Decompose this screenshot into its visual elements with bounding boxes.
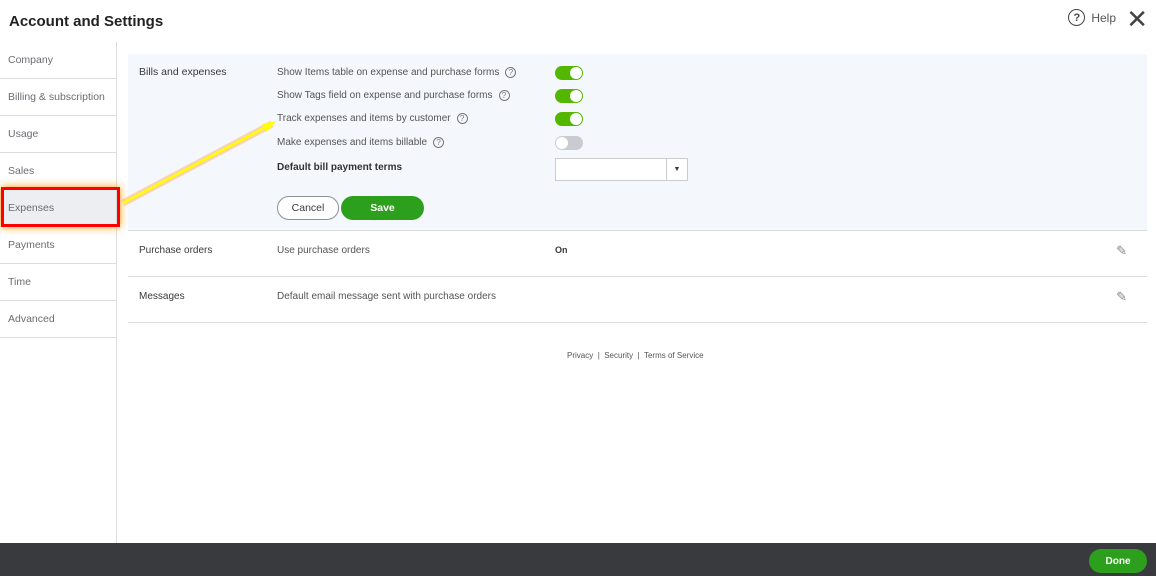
toggle-billable[interactable] [555,136,583,150]
sidebar-item-billing[interactable]: Billing & subscription [0,79,116,116]
sidebar-item-sales[interactable]: Sales [0,153,116,190]
sidebar-item-time[interactable]: Time [0,264,116,301]
toggle-track-by-customer[interactable] [555,112,583,126]
terms-link[interactable]: Terms of Service [644,351,704,360]
toggle-items-table[interactable] [555,66,583,80]
option-label: Show Tags field on expense and purchase … [277,90,493,101]
bottom-bar: Done [0,543,1156,576]
terms-label: Default bill payment terms [277,162,403,173]
separator: | [637,351,640,360]
pencil-icon[interactable]: ✎ [1116,243,1127,259]
purchase-orders-row: Purchase orders Use purchase orders On ✎ [128,231,1147,277]
option-row: Show Items table on expense and purchase… [277,67,517,78]
sidebar-item-payments[interactable]: Payments [0,227,116,264]
section-title: Purchase orders [139,245,213,256]
help-icon[interactable]: ? [456,113,468,124]
help-icon[interactable]: ? [498,90,510,101]
sidebar-item-advanced[interactable]: Advanced [0,301,116,338]
option-row: Track expenses and items by customer? [277,113,468,124]
bills-expenses-panel: Bills and expenses Show Items table on e… [128,54,1147,231]
highlight-box [1,187,120,227]
help-label: Help [1091,10,1116,25]
section-title: Messages [139,291,185,302]
messages-row: Messages Default email message sent with… [128,277,1147,323]
toggle-tags-field[interactable] [555,89,583,103]
help-icon[interactable]: ? [433,137,445,148]
save-button[interactable]: Save [341,196,424,220]
help-icon[interactable]: ? [505,67,517,78]
option-label: Show Items table on expense and purchase… [277,67,500,78]
pencil-icon[interactable]: ✎ [1116,289,1127,305]
page-title: Account and Settings [9,13,164,30]
payment-terms-select[interactable]: ▼ [555,158,688,181]
option-row: Show Tags field on expense and purchase … [277,90,510,101]
done-button[interactable]: Done [1089,549,1147,573]
privacy-link[interactable]: Privacy [567,351,593,360]
separator: | [597,351,600,360]
cancel-button[interactable]: Cancel [277,196,339,220]
section-title: Bills and expenses [139,66,227,78]
close-icon[interactable]: ✕ [1126,4,1148,35]
help-icon: ? [1068,9,1086,26]
option-row: Make expenses and items billable? [277,137,445,148]
security-link[interactable]: Security [604,351,633,360]
sidebar: Company Billing & subscription Usage Sal… [0,42,117,543]
footer-links: Privacy | Security | Terms of Service [567,351,967,360]
chevron-down-icon[interactable]: ▼ [666,159,687,180]
option-label: Track expenses and items by customer [277,113,451,124]
option-label: Make expenses and items billable [277,137,428,148]
setting-desc: Use purchase orders [277,245,370,256]
sidebar-item-company[interactable]: Company [0,42,116,79]
setting-desc: Default email message sent with purchase… [277,291,496,302]
help-button[interactable]: ? Help [1068,9,1116,26]
setting-value: On [555,245,568,255]
sidebar-item-usage[interactable]: Usage [0,116,116,153]
